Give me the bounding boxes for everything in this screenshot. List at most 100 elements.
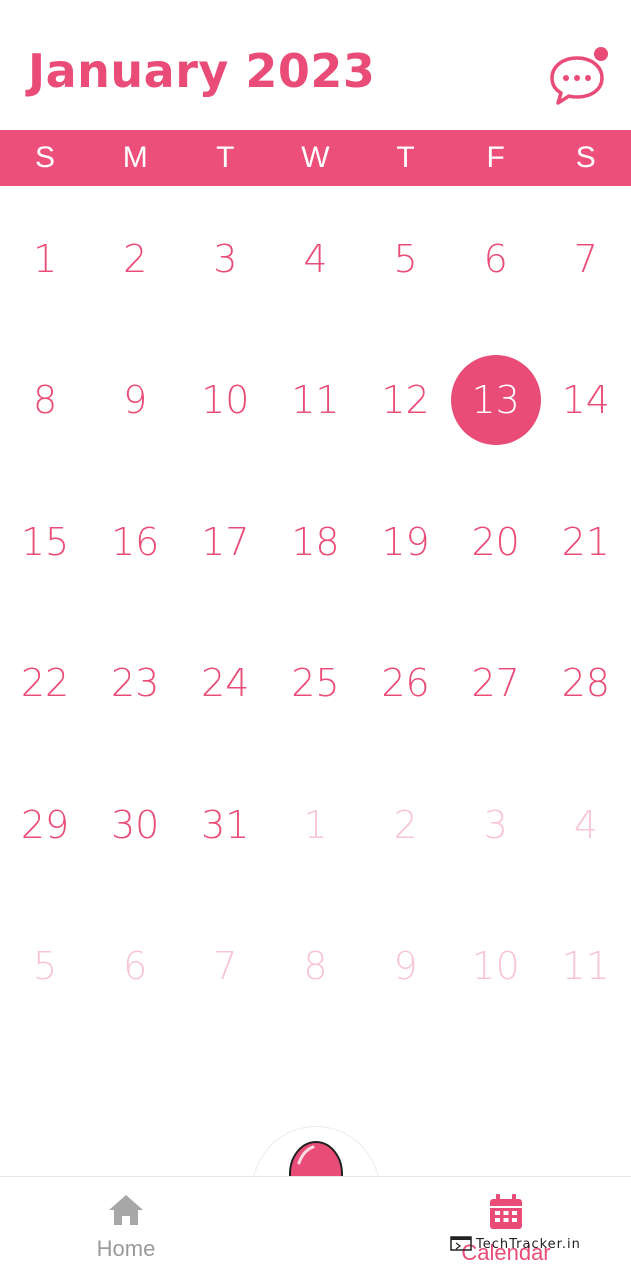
weekday-sat: S	[575, 141, 596, 174]
week-row: 1 2 3 4 5 6 7	[0, 188, 631, 330]
adjacent-month-day-cell[interactable]: 1	[270, 754, 360, 896]
weekday-tue: T	[216, 141, 235, 174]
day-cell[interactable]: 14	[541, 330, 631, 472]
adjacent-month-day-cell[interactable]: 10	[451, 896, 541, 1038]
day-cell[interactable]: 9	[90, 330, 180, 472]
day-cell[interactable]: 20	[451, 471, 541, 613]
day-number: 1	[303, 802, 328, 847]
adjacent-month-day-cell[interactable]: 7	[180, 896, 270, 1038]
day-number: 8	[32, 378, 58, 423]
adjacent-month-day-cell[interactable]: 6	[90, 896, 180, 1038]
week-row: 8 9 10 11 12 13 14	[0, 330, 631, 472]
adjacent-month-day-cell[interactable]: 9	[361, 896, 451, 1038]
nav-home[interactable]: Home	[66, 1193, 186, 1262]
day-cell[interactable]: 19	[361, 471, 451, 613]
day-number: 16	[111, 519, 160, 564]
weekday-thu: T	[396, 141, 415, 174]
day-number: 7	[213, 944, 238, 989]
day-cell[interactable]: 31	[180, 754, 270, 896]
day-number: 3	[483, 802, 508, 847]
day-number: 15	[20, 519, 70, 564]
day-number: 6	[483, 236, 508, 281]
day-number: 31	[201, 802, 250, 847]
adjacent-month-day-cell[interactable]: 11	[541, 896, 631, 1038]
chat-button[interactable]	[548, 54, 606, 106]
day-cell[interactable]: 17	[180, 471, 270, 613]
weekday-header: S M T W T F S	[0, 130, 631, 186]
nav-home-label: Home	[96, 1236, 156, 1261]
adjacent-month-day-cell[interactable]: 3	[451, 754, 541, 896]
adjacent-month-day-cell[interactable]: 5	[0, 896, 90, 1038]
page-title: January 2023	[28, 44, 376, 98]
day-number: 18	[291, 519, 340, 564]
day-number: 11	[561, 944, 610, 989]
adjacent-month-day-cell[interactable]: 8	[270, 896, 360, 1038]
day-cell[interactable]: 16	[90, 471, 180, 613]
day-cell[interactable]: 27	[451, 613, 541, 755]
day-cell[interactable]: 15	[0, 471, 90, 613]
week-row: 29 30 31 1 2 3 4	[0, 754, 631, 896]
header: January 2023	[0, 0, 631, 130]
day-number: 10	[201, 378, 250, 423]
day-cell[interactable]: 21	[541, 471, 631, 613]
day-number: 8	[303, 944, 328, 989]
weekday-fri: F	[486, 141, 505, 174]
day-number: 5	[32, 944, 58, 989]
day-cell[interactable]: 5	[361, 188, 451, 330]
day-number: 4	[573, 802, 598, 847]
day-number: 6	[123, 944, 148, 989]
day-cell[interactable]: 6	[451, 188, 541, 330]
day-cell[interactable]: 3	[180, 188, 270, 330]
watermark-text: TechTracker.in	[476, 1236, 581, 1252]
day-cell[interactable]: 1	[0, 188, 90, 330]
day-cell[interactable]: 12	[361, 330, 451, 472]
day-number: 9	[123, 378, 148, 423]
day-number: 24	[201, 661, 250, 706]
weekday-sun: S	[35, 141, 56, 174]
day-cell[interactable]: 22	[0, 613, 90, 755]
day-number: 7	[573, 236, 598, 281]
day-number: 25	[291, 661, 340, 706]
day-number: 14	[561, 378, 610, 423]
day-number: 28	[561, 661, 610, 706]
day-number: 17	[201, 519, 250, 564]
calendar-grid: 1 2 3 4 5 6 7 8 9 10 11 12 13 14 15 16 17 18 19 20 21 22 23 24 2…	[0, 188, 631, 1037]
day-number: 9	[393, 944, 418, 989]
day-number: 23	[111, 661, 160, 706]
day-number: 29	[20, 802, 70, 847]
week-row: 5 6 7 8 9 10 11	[0, 896, 631, 1038]
day-cell[interactable]: 8	[0, 330, 90, 472]
week-row: 15 16 17 18 19 20 21	[0, 471, 631, 613]
day-cell[interactable]: 7	[541, 188, 631, 330]
day-cell[interactable]: 25	[270, 613, 360, 755]
notification-dot	[594, 47, 608, 61]
adjacent-month-day-cell[interactable]: 4	[541, 754, 631, 896]
selected-day-cell[interactable]: 13	[450, 330, 541, 472]
day-cell[interactable]: 29	[0, 754, 90, 896]
day-number: 26	[381, 661, 430, 706]
day-cell[interactable]: 10	[180, 330, 270, 472]
day-number: 20	[471, 519, 520, 564]
week-row: 22 23 24 25 26 27 28	[0, 613, 631, 755]
day-cell[interactable]: 23	[90, 613, 180, 755]
day-number: 1	[32, 236, 58, 281]
adjacent-month-day-cell[interactable]: 2	[361, 754, 451, 896]
day-cell[interactable]: 11	[270, 330, 360, 472]
day-number: 21	[561, 519, 610, 564]
nav-calendar[interactable]: Calendar	[446, 1193, 566, 1266]
day-cell[interactable]: 28	[541, 613, 631, 755]
day-cell[interactable]: 4	[270, 188, 360, 330]
day-number: 27	[471, 661, 520, 706]
calendar-icon	[490, 1194, 522, 1229]
day-number: 13	[450, 355, 541, 446]
weekday-wed: W	[301, 141, 330, 174]
day-cell[interactable]: 24	[180, 613, 270, 755]
day-cell[interactable]: 2	[90, 188, 180, 330]
day-number: 2	[393, 802, 418, 847]
day-number: 19	[381, 519, 430, 564]
day-cell[interactable]: 26	[361, 613, 451, 755]
day-cell[interactable]: 18	[270, 471, 360, 613]
day-cell[interactable]: 30	[90, 754, 180, 896]
home-icon	[109, 1195, 143, 1225]
day-number: 30	[111, 802, 160, 847]
